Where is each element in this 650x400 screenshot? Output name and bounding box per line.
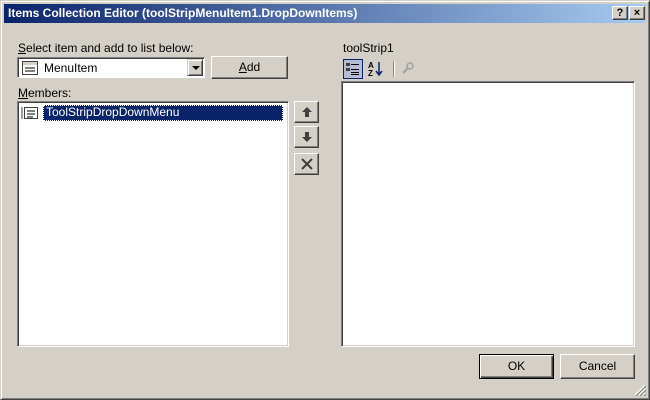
help-button[interactable]: ? [612, 6, 628, 20]
move-down-button[interactable] [294, 126, 319, 148]
delete-icon [301, 158, 313, 170]
property-pages-button[interactable] [398, 59, 418, 79]
members-listbox[interactable]: ToolStripDropDownMenu [17, 101, 289, 347]
wrench-icon [402, 62, 414, 74]
move-up-button[interactable] [294, 101, 319, 123]
ok-button[interactable]: OK [479, 354, 554, 379]
window-title: Items Collection Editor (toolStripMenuIt… [8, 6, 358, 20]
property-grid[interactable] [341, 81, 635, 347]
toolbar-separator [393, 61, 394, 77]
cancel-button[interactable]: Cancel [560, 354, 635, 379]
categorized-icon [346, 63, 359, 75]
alphabetical-button[interactable]: A Z [366, 59, 386, 79]
member-label: ToolStripDropDownMenu [43, 105, 283, 121]
select-item-label: Select item and add to list below: [18, 41, 194, 55]
list-item[interactable]: ToolStripDropDownMenu [21, 105, 286, 121]
title-bar[interactable]: Items Collection Editor (toolStripMenuIt… [4, 4, 646, 23]
combobox-value: MenuItem [44, 61, 98, 75]
categorized-button[interactable] [343, 59, 363, 79]
menu-item-icon [22, 61, 38, 78]
dropdown-menu-icon [21, 106, 39, 123]
members-label: Members: [18, 86, 72, 100]
move-up-icon [302, 107, 312, 117]
resize-grip-icon[interactable] [634, 384, 646, 396]
properties-title: toolStrip1 [343, 41, 394, 55]
item-type-combobox[interactable]: MenuItem [17, 57, 205, 78]
items-collection-editor-dialog: Items Collection Editor (toolStripMenuIt… [0, 0, 650, 400]
delete-button[interactable] [294, 153, 319, 175]
svg-text:Z: Z [368, 69, 373, 78]
move-down-icon [302, 132, 312, 142]
add-button[interactable]: Add [211, 56, 288, 79]
alphabetical-icon: A Z [368, 61, 383, 78]
chevron-down-icon[interactable] [187, 59, 203, 76]
close-button[interactable]: × [629, 6, 645, 20]
